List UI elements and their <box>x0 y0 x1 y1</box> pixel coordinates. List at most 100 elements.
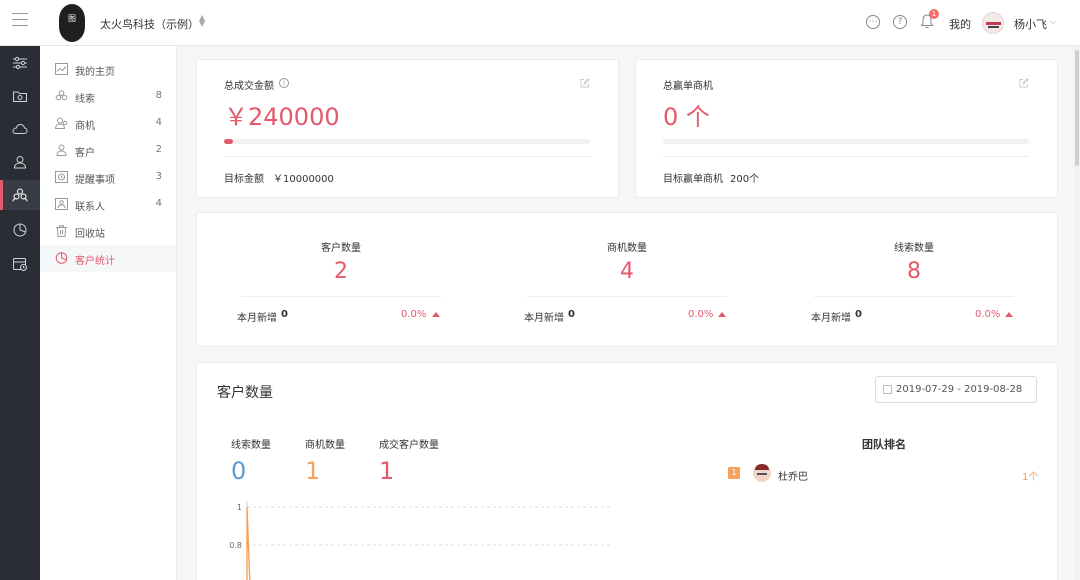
win-card-title: 总赢单商机 <box>663 81 713 92</box>
menu-toggle-icon[interactable] <box>12 13 28 27</box>
sub-item-home[interactable]: 我的主页 <box>40 56 176 83</box>
divider <box>241 296 441 297</box>
win-target-label: 目标赢单商机 <box>663 174 723 185</box>
month-new-value: 0 <box>281 309 288 320</box>
deal-amount: ￥240000 <box>224 103 340 131</box>
kpi-value: 1 <box>379 457 395 485</box>
sliders-icon <box>13 56 27 70</box>
cloud-icon <box>12 123 28 134</box>
company-switch-arrows-icon[interactable]: ▲ ▼ <box>199 14 206 28</box>
kpi-title: 成交客户数量 <box>379 440 439 451</box>
date-range-picker[interactable]: 2019-07-29 - 2019-08-28 <box>875 376 1037 403</box>
month-new-label: 本月新增 <box>237 313 277 324</box>
sub-item-leads[interactable]: 线索 8 <box>40 83 176 110</box>
rail-item-customer[interactable] <box>0 147 40 177</box>
company-switcher[interactable]: 太火鸟科技（示例） <box>100 16 199 32</box>
sub-item-contacts[interactable]: 联系人 4 <box>40 191 176 218</box>
top-header: 图 太火鸟科技（示例） ▲ ▼ ⋯ ? 1 我的 杨小飞 ⌵ <box>0 0 1080 46</box>
rank-badge: 1 <box>728 467 740 479</box>
chart-icon <box>55 63 68 75</box>
growth-percent: 0.0% <box>401 309 427 320</box>
chevron-down-icon[interactable]: ⌵ <box>1050 17 1056 27</box>
sub-item-count: 3 <box>155 171 162 182</box>
page-scrollbar[interactable] <box>1074 46 1080 580</box>
stat-value: 8 <box>907 259 921 284</box>
win-target-value: 200个 <box>730 174 760 185</box>
users-icon <box>55 117 68 129</box>
edit-icon[interactable] <box>580 78 590 88</box>
calendar-icon <box>883 385 892 394</box>
kpi-title: 商机数量 <box>305 440 345 451</box>
total-win-card: 总赢单商机 0 个 目标赢单商机 200个 <box>635 59 1058 198</box>
sub-item-label: 商机 <box>75 121 95 132</box>
series-line <box>246 506 251 580</box>
deal-target-value: ￥10000000 <box>273 174 334 185</box>
divider <box>663 156 1029 157</box>
stats-card: 客户数量 2 本月新增 0 0.0% 商机数量 4 本月新增 0 0.0% 线索… <box>196 212 1058 347</box>
trend-up-icon <box>1005 312 1013 317</box>
sub-item-customer-stats[interactable]: 客户统计 <box>40 245 176 272</box>
stat-title: 客户数量 <box>321 243 361 254</box>
stat-title: 商机数量 <box>607 243 647 254</box>
stat-value: 2 <box>334 259 348 284</box>
member-avatar <box>753 464 771 482</box>
month-new-value: 0 <box>568 309 575 320</box>
contact-icon <box>55 198 68 210</box>
growth-percent: 0.0% <box>688 309 714 320</box>
rail-item-calendar[interactable] <box>0 249 40 279</box>
sub-item-label: 回收站 <box>75 229 105 240</box>
rail-item-settings[interactable] <box>0 48 40 78</box>
month-new-label: 本月新增 <box>524 313 564 324</box>
win-progress-bar <box>663 139 1029 144</box>
ranking-title: 团队排名 <box>862 438 906 451</box>
month-new-label: 本月新增 <box>811 313 851 324</box>
rail-item-cloud[interactable] <box>0 114 40 144</box>
sub-item-recycle-bin[interactable]: 回收站 <box>40 218 176 245</box>
member-name: 杜乔巴 <box>778 472 808 483</box>
sub-item-label: 提醒事项 <box>75 175 115 186</box>
user-avatar[interactable] <box>982 12 1004 34</box>
stat-title: 线索数量 <box>894 243 934 254</box>
trend-up-icon <box>718 312 726 317</box>
deal-target-label: 目标金额 <box>224 174 264 185</box>
sub-item-count: 4 <box>155 198 162 209</box>
chat-icon[interactable]: ⋯ <box>866 15 880 29</box>
mine-link[interactable]: 我的 <box>949 16 971 32</box>
customer-line-chart: 10.80.6 <box>229 501 612 580</box>
trash-icon <box>56 225 67 237</box>
rail-item-folder[interactable] <box>0 81 40 111</box>
username[interactable]: 杨小飞 <box>1014 16 1047 32</box>
rail-item-customers[interactable] <box>0 180 40 210</box>
edit-icon[interactable] <box>1019 78 1029 88</box>
sub-item-reminders[interactable]: 提醒事项 3 <box>40 164 176 191</box>
main-nav-rail <box>0 46 40 580</box>
users-icon <box>55 90 68 101</box>
sub-item-opportunities[interactable]: 商机 4 <box>40 110 176 137</box>
scrollbar-thumb[interactable] <box>1075 50 1079 166</box>
sub-item-label: 我的主页 <box>75 67 115 78</box>
help-icon[interactable]: ? <box>893 15 907 29</box>
deal-card-title: 总成交金额 <box>224 81 274 92</box>
total-deal-card: 总成交金额 i ￥240000 目标金额 ￥10000000 <box>196 59 619 198</box>
sub-item-label: 客户 <box>75 148 95 159</box>
user-icon <box>56 144 67 156</box>
pie-chart-icon <box>55 252 68 264</box>
logo-text: 图 <box>68 14 76 23</box>
rail-item-statistics[interactable] <box>0 215 40 245</box>
deal-progress-fill <box>224 139 233 144</box>
trend-up-icon <box>432 312 440 317</box>
sub-item-label: 线索 <box>75 94 95 105</box>
y-tick-label: 1 <box>237 503 242 512</box>
folder-icon <box>13 91 27 102</box>
stat-value: 4 <box>620 259 634 284</box>
reminder-icon <box>55 171 68 183</box>
sub-item-count: 8 <box>155 90 162 101</box>
company-logo[interactable]: 图 <box>59 4 85 42</box>
win-count: 0 个 <box>663 103 710 131</box>
sub-menu: 我的主页 线索 8 商机 4 客户 2 提醒事项 3 联系人 4 回收站 客户统… <box>40 46 177 580</box>
sub-item-customers[interactable]: 客户 2 <box>40 137 176 164</box>
kpi-value: 1 <box>305 457 321 485</box>
member-count: 1个 <box>1022 472 1039 483</box>
sort-down-icon: ▼ <box>199 19 206 28</box>
info-icon[interactable]: i <box>279 78 289 88</box>
